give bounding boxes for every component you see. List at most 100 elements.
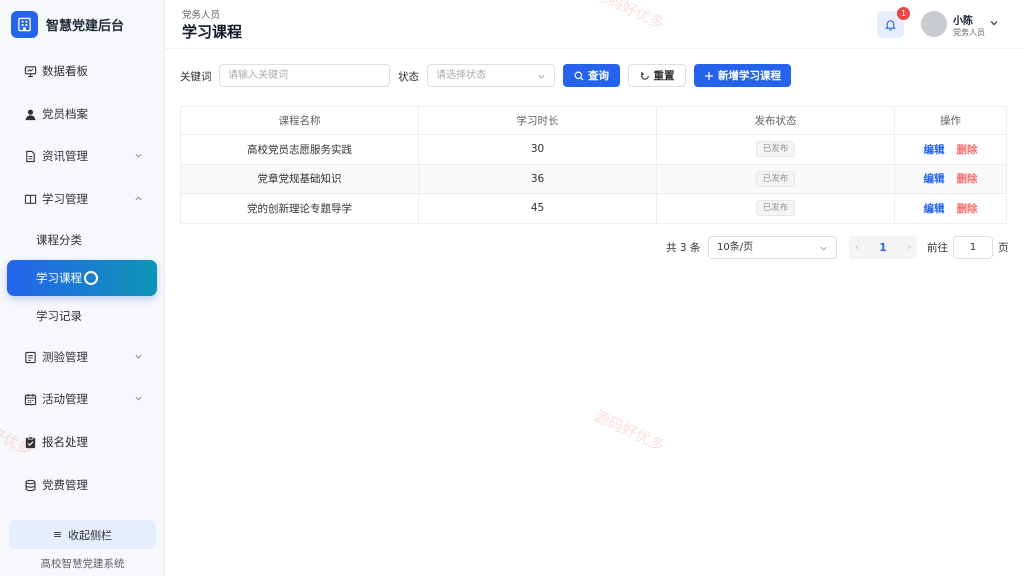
sidebar-item-study[interactable]: 学习管理 bbox=[7, 181, 157, 217]
column-header-name[interactable]: 课程名称 bbox=[181, 107, 419, 134]
menu-icon: ≡ bbox=[52, 528, 63, 541]
sidebar-item-label: 学习管理 bbox=[42, 192, 88, 206]
delete-button[interactable]: 删除 bbox=[957, 171, 978, 186]
pager: ‹ 1 › bbox=[849, 236, 917, 259]
user-name[interactable]: 小陈 bbox=[953, 12, 973, 27]
brand-title: 智慧党建后台 bbox=[46, 18, 125, 34]
watermark: 源码好优多 bbox=[591, 406, 668, 455]
keyword-label: 关键词 bbox=[180, 71, 212, 83]
edit-button[interactable]: 编辑 bbox=[924, 142, 945, 157]
course-name: 高校党员志愿服务实践 bbox=[181, 135, 419, 164]
chevron-up-icon bbox=[135, 196, 142, 201]
chevron-down-icon bbox=[820, 246, 827, 251]
table-header-row: 课程名称 学习时长 发布状态 操作 bbox=[181, 107, 1006, 135]
sidebar-item-label: 课程分类 bbox=[36, 233, 82, 247]
delete-button[interactable]: 删除 bbox=[957, 142, 978, 157]
monitor-icon bbox=[23, 64, 37, 78]
reset-button[interactable]: 重置 bbox=[628, 64, 686, 87]
pagination-total: 共 3 条 bbox=[666, 242, 701, 254]
chevron-down-icon bbox=[538, 74, 545, 79]
sidebar-subitem-study-record[interactable]: 学习记录 bbox=[7, 298, 157, 334]
keyword-input[interactable]: 请输入关键词 bbox=[219, 64, 390, 87]
goto-label: 前往 bbox=[927, 242, 948, 254]
search-button[interactable]: 查询 bbox=[563, 64, 620, 87]
notification-button[interactable]: 1 bbox=[877, 7, 910, 38]
sidebar-item-member-archive[interactable]: 党员档案 bbox=[7, 96, 157, 132]
search-button-label: 查询 bbox=[588, 70, 609, 82]
calendar-icon bbox=[23, 392, 37, 406]
course-table: 课程名称 学习时长 发布状态 操作 高校党员志愿服务实践 30 已发布 编辑 删… bbox=[180, 106, 1007, 224]
next-page-icon[interactable]: › bbox=[907, 242, 911, 253]
chevron-down-icon bbox=[135, 396, 142, 401]
course-duration: 36 bbox=[419, 164, 657, 193]
page-size-value: 10条/页 bbox=[717, 242, 754, 253]
column-header-status[interactable]: 发布状态 bbox=[657, 107, 895, 134]
database-icon bbox=[23, 478, 37, 492]
document-icon bbox=[23, 149, 37, 163]
sidebar-item-label: 报名处理 bbox=[42, 435, 88, 449]
page-title: 学习课程 bbox=[182, 23, 243, 41]
goto-page-input[interactable]: 1 bbox=[953, 236, 993, 259]
actions-cell: 编辑 删除 bbox=[895, 165, 1006, 194]
sidebar-item-dashboard[interactable]: 数据看板 bbox=[7, 53, 157, 89]
brand[interactable]: 智慧党建后台 bbox=[11, 10, 124, 38]
notification-badge: 1 bbox=[897, 7, 910, 20]
course-duration: 30 bbox=[419, 135, 657, 164]
edit-button[interactable]: 编辑 bbox=[924, 171, 945, 186]
status-label: 状态 bbox=[398, 71, 419, 83]
add-course-button-label: 新增学习课程 bbox=[718, 70, 781, 82]
top-header: 党务人员 学习课程 1 小陈 党务人员 bbox=[165, 0, 1024, 49]
status-select[interactable]: 请选择状态 bbox=[427, 64, 555, 87]
sidebar-item-label: 党员档案 bbox=[42, 107, 88, 121]
delete-button[interactable]: 删除 bbox=[957, 201, 978, 216]
table-row[interactable]: 党的创新理论专题导学 45 已发布 编辑 删除 bbox=[181, 194, 1006, 224]
status-badge: 已发布 bbox=[755, 170, 796, 187]
sidebar-footer: 高校智慧党建系统 bbox=[40, 558, 125, 570]
status-select-placeholder: 请选择状态 bbox=[436, 70, 486, 81]
cursor-ring-icon bbox=[84, 271, 98, 285]
sidebar-item-activity[interactable]: 活动管理 bbox=[7, 381, 157, 417]
sidebar: 智慧党建后台 数据看板 党员档案 资讯管理 学习管理 课程分类 学习课程 学习记… bbox=[0, 0, 165, 576]
sidebar-item-label: 党费管理 bbox=[42, 478, 88, 492]
chevron-down-icon bbox=[135, 153, 142, 158]
column-header-duration[interactable]: 学习时长 bbox=[419, 107, 657, 134]
clipboard-check-icon bbox=[23, 435, 37, 449]
page-number-current[interactable]: 1 bbox=[879, 242, 886, 254]
sidebar-item-news[interactable]: 资讯管理 bbox=[7, 138, 157, 174]
reset-button-label: 重置 bbox=[653, 70, 675, 82]
add-course-button[interactable]: 新增学习课程 bbox=[694, 64, 791, 87]
collapse-sidebar-button[interactable]: ≡ 收起侧栏 bbox=[9, 520, 156, 549]
table-row[interactable]: 党章党规基础知识 36 已发布 编辑 删除 bbox=[181, 164, 1006, 194]
course-duration: 45 bbox=[419, 194, 657, 223]
actions-cell: 编辑 删除 bbox=[895, 135, 1006, 164]
page-size-select[interactable]: 10条/页 bbox=[708, 236, 837, 259]
status-badge: 已发布 bbox=[755, 200, 796, 217]
user-role: 党务人员 bbox=[953, 28, 985, 37]
status-cell: 已发布 bbox=[657, 164, 895, 193]
sidebar-item-label: 数据看板 bbox=[42, 64, 88, 78]
sidebar-item-label: 测验管理 bbox=[42, 350, 88, 364]
sidebar-subitem-study-course[interactable]: 学习课程 bbox=[7, 260, 157, 296]
book-icon bbox=[23, 192, 37, 206]
table-row[interactable]: 高校党员志愿服务实践 30 已发布 编辑 删除 bbox=[181, 135, 1006, 165]
breadcrumb: 党务人员 bbox=[182, 10, 221, 21]
avatar[interactable] bbox=[921, 11, 947, 37]
sidebar-item-quiz[interactable]: 测验管理 bbox=[7, 339, 157, 375]
course-name: 党的创新理论专题导学 bbox=[181, 194, 419, 223]
status-cell: 已发布 bbox=[657, 135, 895, 164]
goto-unit: 页 bbox=[998, 242, 1009, 254]
course-name: 党章党规基础知识 bbox=[181, 164, 419, 193]
column-header-actions: 操作 bbox=[940, 115, 961, 127]
chevron-down-icon[interactable] bbox=[989, 18, 999, 28]
sidebar-item-registration[interactable]: 报名处理 bbox=[7, 424, 157, 460]
user-icon bbox=[23, 107, 37, 121]
sidebar-subitem-course-category[interactable]: 课程分类 bbox=[7, 222, 157, 258]
sidebar-item-label: 活动管理 bbox=[42, 392, 88, 406]
building-logo-icon bbox=[11, 10, 38, 38]
prev-page-icon[interactable]: ‹ bbox=[855, 242, 859, 253]
edit-button[interactable]: 编辑 bbox=[924, 201, 945, 216]
sidebar-item-label: 资讯管理 bbox=[42, 149, 88, 163]
bell-icon bbox=[884, 20, 897, 31]
sidebar-item-dues[interactable]: 党费管理 bbox=[7, 467, 157, 503]
status-badge: 已发布 bbox=[755, 141, 796, 158]
